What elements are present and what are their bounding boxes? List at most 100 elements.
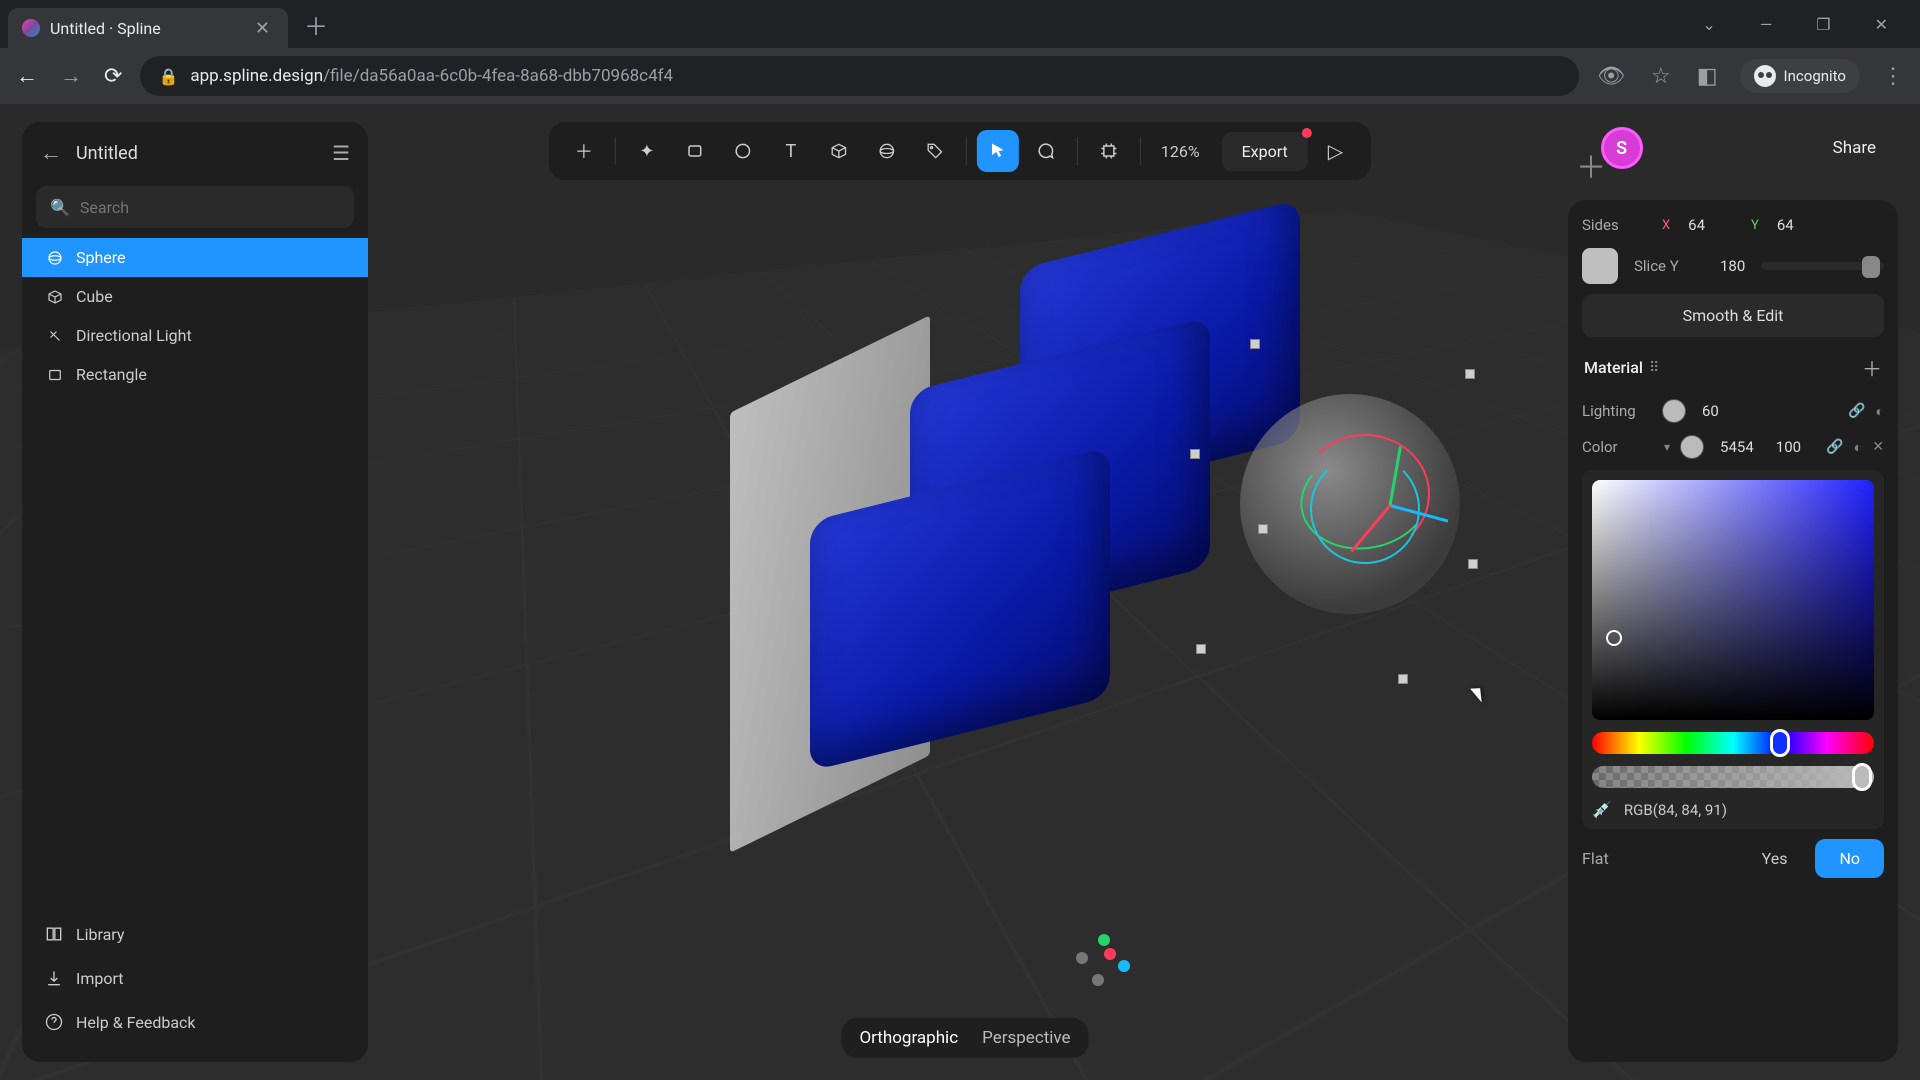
maximize-button[interactable]: ❐: [1808, 11, 1838, 38]
ellipse-tool-button[interactable]: [722, 130, 764, 172]
viewport-3d[interactable]: Orthographic Perspective: [390, 104, 1540, 1080]
rgb-value-text[interactable]: RGB(84, 84, 91): [1624, 801, 1727, 819]
lighting-value-input[interactable]: 60: [1696, 398, 1725, 424]
selection-handle[interactable]: [1465, 369, 1475, 379]
browser-tab[interactable]: Untitled · Spline ✕: [8, 8, 288, 48]
nav-reload-button[interactable]: ⟳: [100, 60, 126, 93]
flat-yes-option[interactable]: Yes: [1744, 839, 1806, 878]
layer-item-rectangle[interactable]: Rectangle: [22, 355, 368, 394]
library-label: Library: [76, 925, 124, 944]
color-dropdown-icon[interactable]: ▾: [1664, 440, 1670, 454]
address-bar[interactable]: 🔒 app.spline.design/file/da56a0aa-6c0b-4…: [140, 56, 1579, 96]
eyedropper-icon[interactable]: 💉: [1592, 800, 1612, 819]
hamburger-menu-icon[interactable]: ☰: [332, 141, 350, 165]
share-button[interactable]: Share: [1811, 126, 1898, 170]
new-tab-button[interactable]: ＋: [304, 7, 328, 42]
selection-handle[interactable]: [1190, 449, 1200, 459]
move-gizmo[interactable]: [1320, 434, 1460, 574]
frame-tool-button[interactable]: [1088, 130, 1130, 172]
user-avatar[interactable]: S: [1601, 127, 1643, 169]
color-opacity-input[interactable]: 100: [1770, 434, 1807, 460]
camera-perspective-option[interactable]: Perspective: [982, 1028, 1070, 1048]
slice-y-label: Slice Y: [1634, 257, 1704, 275]
rectangle-tool-button[interactable]: [674, 130, 716, 172]
visibility-icon[interactable]: ◐: [1854, 439, 1862, 456]
nav-bar: ← → ⟳ 🔒 app.spline.design/file/da56a0aa-…: [0, 48, 1920, 104]
layer-label: Sphere: [76, 248, 126, 267]
link-icon[interactable]: 🔗: [1826, 439, 1843, 456]
layer-item-cube[interactable]: Cube: [22, 277, 368, 316]
zoom-level[interactable]: 126%: [1151, 142, 1210, 161]
bookmark-star-icon[interactable]: ☆: [1647, 60, 1675, 93]
close-tab-button[interactable]: ✕: [251, 18, 274, 39]
camera-orthographic-option[interactable]: Orthographic: [859, 1028, 958, 1048]
color-label: Color: [1582, 438, 1652, 456]
sides-x-input[interactable]: 64: [1682, 212, 1711, 238]
color-swatch[interactable]: [1680, 435, 1704, 459]
layer-item-directional-light[interactable]: Directional Light: [22, 316, 368, 355]
slice-y-slider[interactable]: [1761, 262, 1884, 270]
left-panel: ← Untitled ☰ 🔍 Sphere Cube: [22, 122, 368, 1062]
selection-handle[interactable]: [1468, 559, 1478, 569]
help-button[interactable]: Help & Feedback: [40, 1002, 350, 1042]
back-button[interactable]: ←: [40, 140, 62, 166]
incognito-label: Incognito: [1784, 67, 1846, 85]
nav-forward-button[interactable]: →: [56, 59, 86, 93]
layer-label: Cube: [76, 287, 113, 306]
camera-mode-toggle: Orthographic Perspective: [841, 1018, 1088, 1058]
smooth-edit-button[interactable]: Smooth & Edit: [1582, 294, 1884, 337]
lock-icon: 🔒: [158, 67, 178, 86]
flat-no-option[interactable]: No: [1815, 839, 1884, 878]
orientation-widget[interactable]: [1070, 930, 1150, 990]
hue-thumb[interactable]: [1770, 729, 1790, 757]
hue-slider[interactable]: [1592, 732, 1874, 754]
document-title[interactable]: Untitled: [76, 143, 318, 164]
visibility-icon[interactable]: ◐: [1876, 403, 1884, 420]
comment-tool-button[interactable]: [1025, 130, 1067, 172]
import-button[interactable]: Import: [40, 958, 350, 998]
magic-tool-button[interactable]: ✦: [626, 130, 668, 172]
close-window-button[interactable]: ✕: [1867, 11, 1896, 38]
library-button[interactable]: Library: [40, 914, 350, 954]
tag-tool-button[interactable]: [914, 130, 956, 172]
layer-search[interactable]: 🔍: [36, 186, 354, 228]
sphere-tool-button[interactable]: [866, 130, 908, 172]
nav-back-button[interactable]: ←: [12, 59, 42, 93]
minimize-button[interactable]: ―: [1752, 11, 1781, 38]
selection-handle[interactable]: [1196, 644, 1206, 654]
alpha-thumb[interactable]: [1852, 763, 1872, 791]
flat-label: Flat: [1582, 849, 1734, 868]
more-dots-icon[interactable]: ⠿: [1649, 360, 1659, 376]
play-button[interactable]: ▷: [1314, 139, 1357, 163]
tab-strip: Untitled · Spline ✕ ＋ ⌄ ― ❐ ✕: [0, 0, 1920, 48]
layer-item-sphere[interactable]: Sphere: [22, 238, 368, 277]
add-material-button[interactable]: ＋: [1862, 353, 1882, 382]
selection-handle[interactable]: [1250, 339, 1260, 349]
material-section-title: Material: [1584, 358, 1643, 377]
search-input[interactable]: [80, 198, 340, 217]
incognito-badge[interactable]: Incognito: [1740, 59, 1860, 93]
help-label: Help & Feedback: [76, 1013, 196, 1032]
selection-handle[interactable]: [1258, 524, 1268, 534]
eye-off-icon[interactable]: 👁: [1593, 60, 1629, 93]
slice-y-input[interactable]: 180: [1714, 253, 1751, 279]
remove-icon[interactable]: ✕: [1872, 439, 1884, 456]
selection-handle[interactable]: [1398, 674, 1408, 684]
chevron-down-icon[interactable]: ⌄: [1694, 11, 1723, 38]
alpha-slider[interactable]: [1592, 766, 1874, 788]
export-button[interactable]: Export: [1222, 132, 1308, 171]
right-panel: Sides X 64 Y 64 Slice Y 180 Smooth & Edi…: [1568, 200, 1898, 1062]
select-tool-button[interactable]: [977, 130, 1019, 172]
color-hex-input[interactable]: 5454: [1714, 434, 1760, 460]
rectangle-shape-icon: [46, 366, 64, 384]
lighting-swatch[interactable]: [1662, 399, 1686, 423]
link-icon[interactable]: 🔗: [1848, 403, 1865, 420]
saturation-value-panel[interactable]: [1592, 480, 1874, 720]
text-tool-button[interactable]: T: [770, 130, 812, 172]
add-tool-button[interactable]: ＋: [563, 130, 605, 172]
extensions-icon[interactable]: ◧: [1693, 60, 1722, 93]
cube-tool-button[interactable]: [818, 130, 860, 172]
browser-menu-button[interactable]: ⋮: [1878, 60, 1908, 93]
sv-cursor-icon[interactable]: [1606, 630, 1622, 646]
sides-y-input[interactable]: 64: [1771, 212, 1800, 238]
